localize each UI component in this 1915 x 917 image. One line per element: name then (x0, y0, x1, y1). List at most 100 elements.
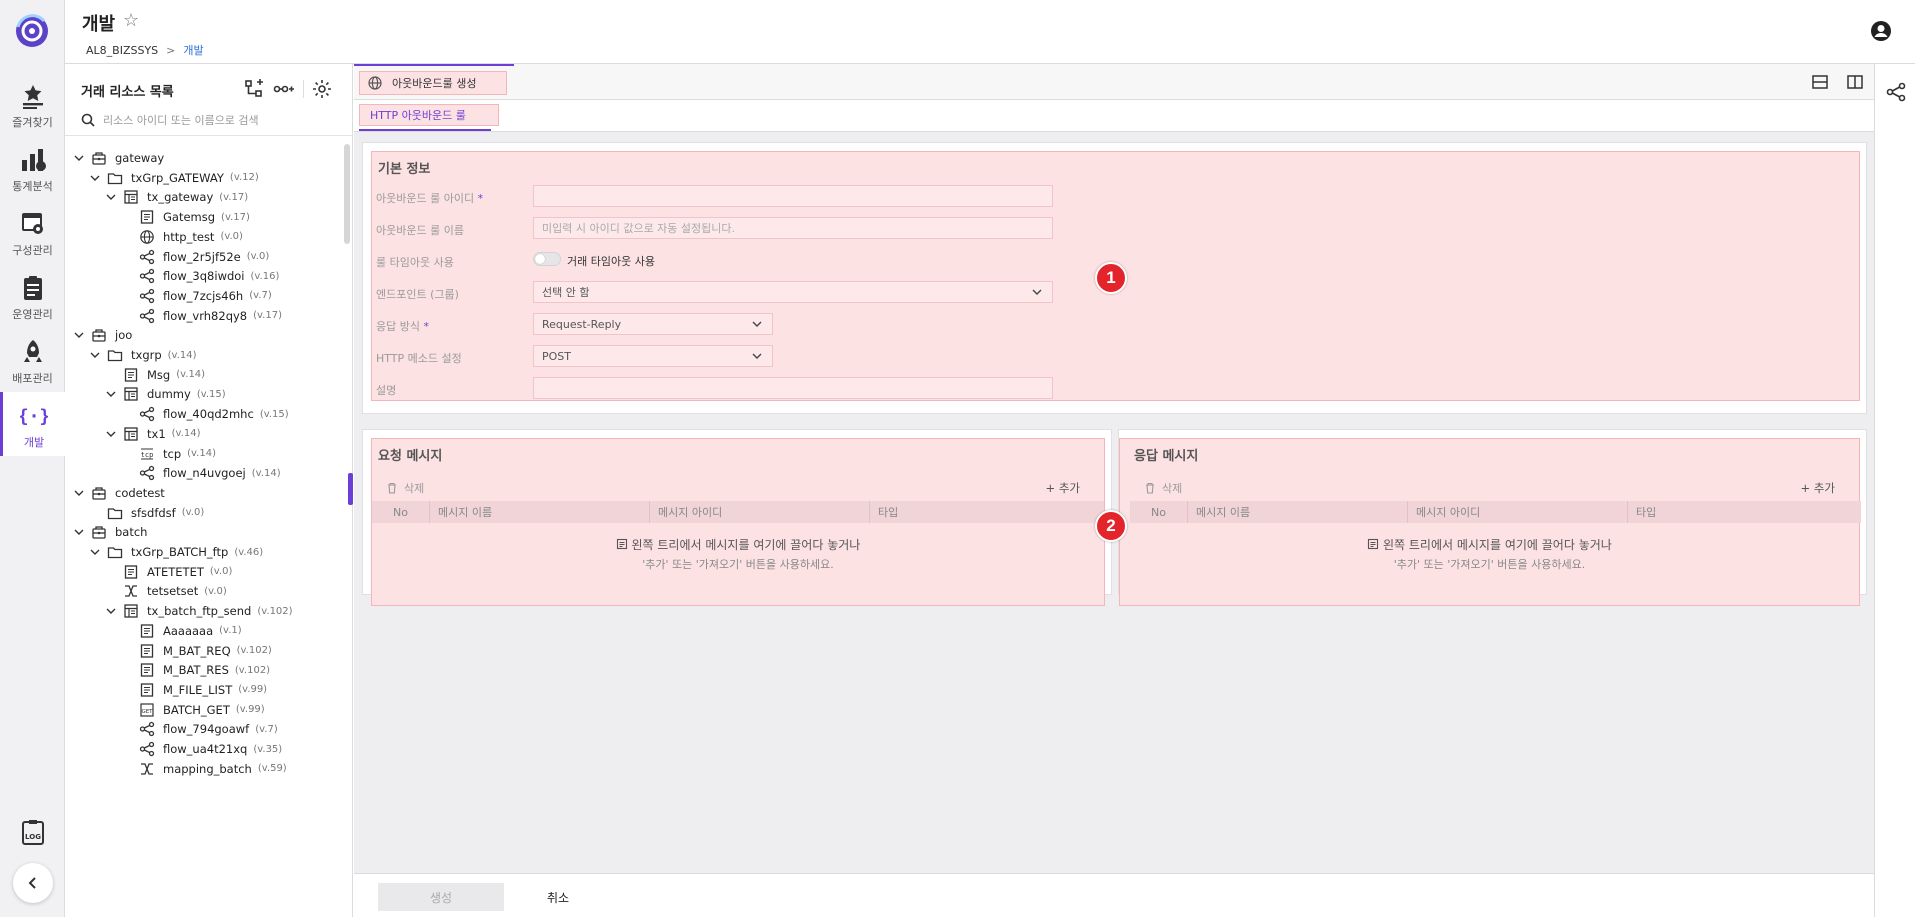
response-mode-label-text: 응답 방식 (376, 320, 420, 333)
col-message-name[interactable]: 메시지 이름 (430, 501, 650, 523)
subtab-http-outbound-rule[interactable]: HTTP 아웃바운드 룰 (359, 104, 499, 126)
flow-icon (139, 308, 155, 323)
tree-node[interactable]: mapping_batch (v.59) (121, 759, 287, 779)
tree-node[interactable]: Msg (v.14) (105, 365, 205, 385)
description-input[interactable] (533, 377, 1053, 399)
col-message-id[interactable]: 메시지 아이디 (650, 501, 870, 523)
tree-node[interactable]: Aaaaaaa (v.1) (121, 621, 242, 641)
tree-node[interactable]: tetsetset (v.0) (105, 581, 227, 601)
split-vertical-icon[interactable] (1846, 74, 1864, 90)
tree-node[interactable]: Gatemsg (v.17) (121, 207, 250, 227)
tree-node[interactable]: flow_2r5jf52e (v.0) (121, 247, 269, 267)
tree-node[interactable]: gateway (73, 148, 164, 168)
message-icon (124, 565, 138, 579)
response-add-button[interactable]: + 추가 (1801, 480, 1835, 496)
rail-label-stats: 통계분석 (12, 180, 53, 193)
chevron-down-icon[interactable] (89, 172, 101, 184)
response-mode-select[interactable]: Request-Reply (533, 313, 773, 335)
tree-node[interactable]: tcp tcp (v.14) (121, 444, 216, 464)
app-logo-icon[interactable] (14, 13, 50, 49)
tree-node[interactable]: codetest (73, 483, 165, 503)
rule-name-input[interactable] (533, 217, 1053, 239)
chevron-down-icon[interactable] (105, 605, 117, 617)
panel-drag-handle[interactable] (348, 473, 353, 505)
cancel-button[interactable]: 취소 (528, 883, 588, 911)
tree-node[interactable]: M_FILE_LIST (v.99) (121, 680, 267, 700)
favorite-star-icon[interactable]: ☆ (123, 10, 139, 31)
chevron-down-icon[interactable] (73, 487, 85, 499)
chevron-down-icon[interactable] (89, 546, 101, 558)
tree-node[interactable]: txGrp_BATCH_ftp (v.46) (89, 542, 263, 562)
col-message-name[interactable]: 메시지 이름 (1188, 501, 1408, 523)
tree-node[interactable]: txGrp_GATEWAY (v.12) (89, 168, 259, 188)
tree-scrollbar[interactable] (344, 144, 350, 244)
rail-item-favorites[interactable]: 즐겨찾기 (0, 72, 65, 136)
tree-node[interactable]: tx_gateway (v.17) (105, 187, 248, 207)
col-type[interactable]: 타입 (870, 501, 1104, 523)
response-delete-button[interactable]: 삭제 (1144, 480, 1182, 496)
col-no[interactable]: No (372, 501, 430, 523)
endpoint-select[interactable]: 선택 안 함 (533, 281, 1053, 303)
chevron-down-icon[interactable] (105, 428, 117, 440)
rail-item-dev[interactable]: {·} 개발 (0, 392, 65, 456)
tree-node[interactable]: flow_794goawf (v.7) (121, 719, 278, 739)
rail-item-stats[interactable]: 통계분석 (0, 136, 65, 200)
flow-share-icon[interactable] (1886, 82, 1906, 102)
tab-outbound-rule-create[interactable]: 아웃바운드룰 생성 (359, 71, 507, 95)
tree-node[interactable]: GET BATCH_GET (v.99) (121, 700, 265, 720)
request-delete-button[interactable]: 삭제 (386, 480, 424, 496)
tree-node[interactable]: flow_3q8iwdoi (v.16) (121, 266, 279, 286)
rail-item-config[interactable]: 구성관리 (0, 200, 65, 264)
resource-search-input[interactable] (103, 113, 333, 127)
settings-gear-icon[interactable] (311, 78, 333, 100)
chevron-down-icon[interactable] (105, 191, 117, 203)
tree-node[interactable]: flow_40qd2mhc (v.15) (121, 404, 289, 424)
tree-node[interactable]: flow_7zcjs46h (v.7) (121, 286, 272, 306)
rail-item-operations[interactable]: 운영관리 (0, 264, 65, 328)
transaction-icon (124, 190, 138, 205)
col-message-id[interactable]: 메시지 아이디 (1408, 501, 1628, 523)
col-type[interactable]: 타입 (1628, 501, 1861, 523)
timeout-toggle[interactable] (533, 252, 561, 266)
split-horizontal-icon[interactable] (1811, 74, 1829, 90)
collapse-rail-button[interactable] (13, 863, 53, 903)
tree-node[interactable]: flow_n4uvgoej (v.14) (121, 463, 281, 483)
tree-node[interactable]: ATETETET (v.0) (105, 562, 232, 582)
add-flow-icon[interactable] (273, 78, 295, 100)
tree-node[interactable]: flow_ua4t21xq (v.35) (121, 739, 282, 759)
col-no[interactable]: No (1130, 501, 1188, 523)
tree-node[interactable]: sfsdfdsf (v.0) (89, 503, 204, 523)
tree-node[interactable]: dummy (v.15) (105, 384, 226, 404)
tree-structure-icon[interactable] (243, 78, 265, 100)
tree-node[interactable]: tx_batch_ftp_send (v.102) (105, 601, 293, 621)
breadcrumb-root[interactable]: AL8_BIZSSYS (86, 44, 158, 57)
request-add-button[interactable]: + 추가 (1046, 480, 1080, 496)
tree-node[interactable]: M_BAT_REQ (v.102) (121, 641, 272, 661)
rule-id-input[interactable] (533, 185, 1053, 207)
user-account-icon[interactable] (1870, 20, 1892, 42)
tree-node-label: Gatemsg (163, 210, 216, 225)
tree-node[interactable]: http_test (v.0) (121, 227, 243, 247)
breadcrumb: AL8_BIZSSYS > 개발 (86, 42, 204, 58)
chevron-down-icon[interactable] (89, 349, 101, 361)
tree-node-label: tcp (163, 446, 182, 461)
tree-node[interactable]: M_BAT_RES (v.102) (121, 660, 270, 680)
rail-item-deploy[interactable]: 배포관리 (0, 328, 65, 392)
tree-node-version: (v.102) (234, 664, 271, 676)
resource-tree-panel: 거래 리소스 목록 gateway txGrp_GATEWAY (v.12) tx_g… (65, 64, 353, 917)
message-icon (140, 210, 154, 224)
tree-node[interactable]: flow_vrh82qy8 (v.17) (121, 306, 282, 326)
tree-node[interactable]: batch (73, 522, 147, 542)
deploy-icon (23, 340, 42, 362)
chevron-down-icon[interactable] (73, 526, 85, 538)
tree-node[interactable]: tx1 (v.14) (105, 424, 201, 444)
tree-node[interactable]: txgrp (v.14) (89, 345, 197, 365)
chevron-down-icon[interactable] (73, 152, 85, 164)
chevron-down-icon[interactable] (105, 388, 117, 400)
tree-node[interactable]: joo (73, 325, 132, 345)
log-icon[interactable]: LOG (20, 818, 46, 846)
create-button[interactable]: 생성 (378, 883, 504, 911)
http-method-select[interactable]: POST (533, 345, 773, 367)
chevron-down-icon[interactable] (73, 329, 85, 341)
tree-node-label: flow_7zcjs46h (163, 288, 244, 303)
